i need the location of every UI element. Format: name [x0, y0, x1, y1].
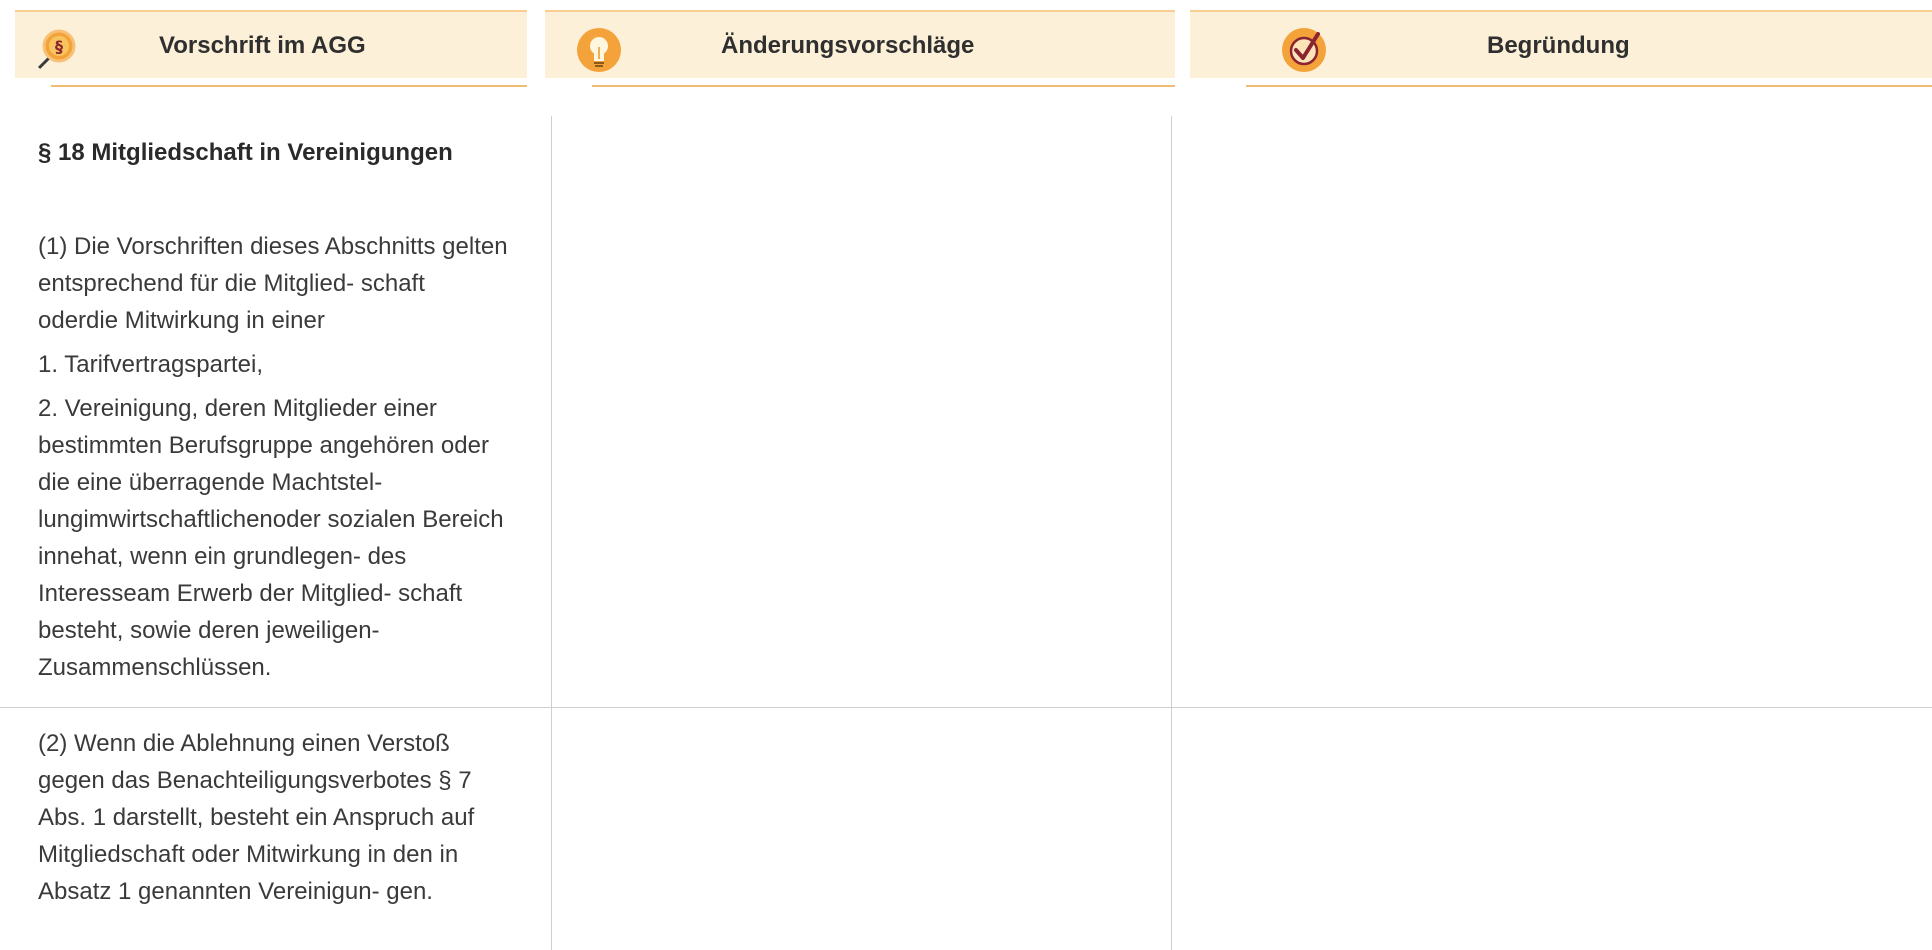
list-item-2: 2. Vereinigung, deren Mitglieder einer b… — [38, 395, 504, 681]
list-item-1: 1. Tarifvertragspartei, — [38, 351, 263, 378]
column-header-vorschrift: § Vorschrift im AGG — [15, 10, 527, 87]
row1-cell: (1) Die Vorschriften dieses Abschnitts g… — [38, 228, 508, 693]
column-header-aenderungsvorschlaege: Änderungsvorschläge — [545, 10, 1175, 87]
row2-cell: (2) Wenn die Ablehnung einen Verstoß geg… — [38, 725, 508, 917]
svg-text:§: § — [55, 37, 63, 56]
column-divider-2 — [1171, 116, 1172, 950]
column-divider-1 — [551, 116, 552, 950]
section-heading-cell: § 18 Mitgliedschaft in Vereinigungen — [38, 134, 506, 178]
column-header-begruendung: Begründung — [1190, 10, 1932, 87]
magnifier-paragraph-icon: § — [35, 29, 76, 72]
section-heading: § 18 Mitgliedschaft in Vereinigungen — [38, 139, 453, 166]
paragraph-2: (2) Wenn die Ablehnung einen Verstoß geg… — [38, 730, 475, 905]
paragraph-1-intro: (1) Die Vorschriften dieses Abschnitts g… — [38, 233, 508, 334]
header-title-begruendung: Begründung — [1487, 32, 1630, 59]
lightbulb-icon — [577, 28, 621, 72]
header-title-aenderungsvorschlaege: Änderungsvorschläge — [721, 32, 975, 59]
row-divider — [0, 707, 1932, 708]
checkmark-icon — [1282, 28, 1326, 72]
header-title-vorschrift: Vorschrift im AGG — [159, 32, 366, 59]
